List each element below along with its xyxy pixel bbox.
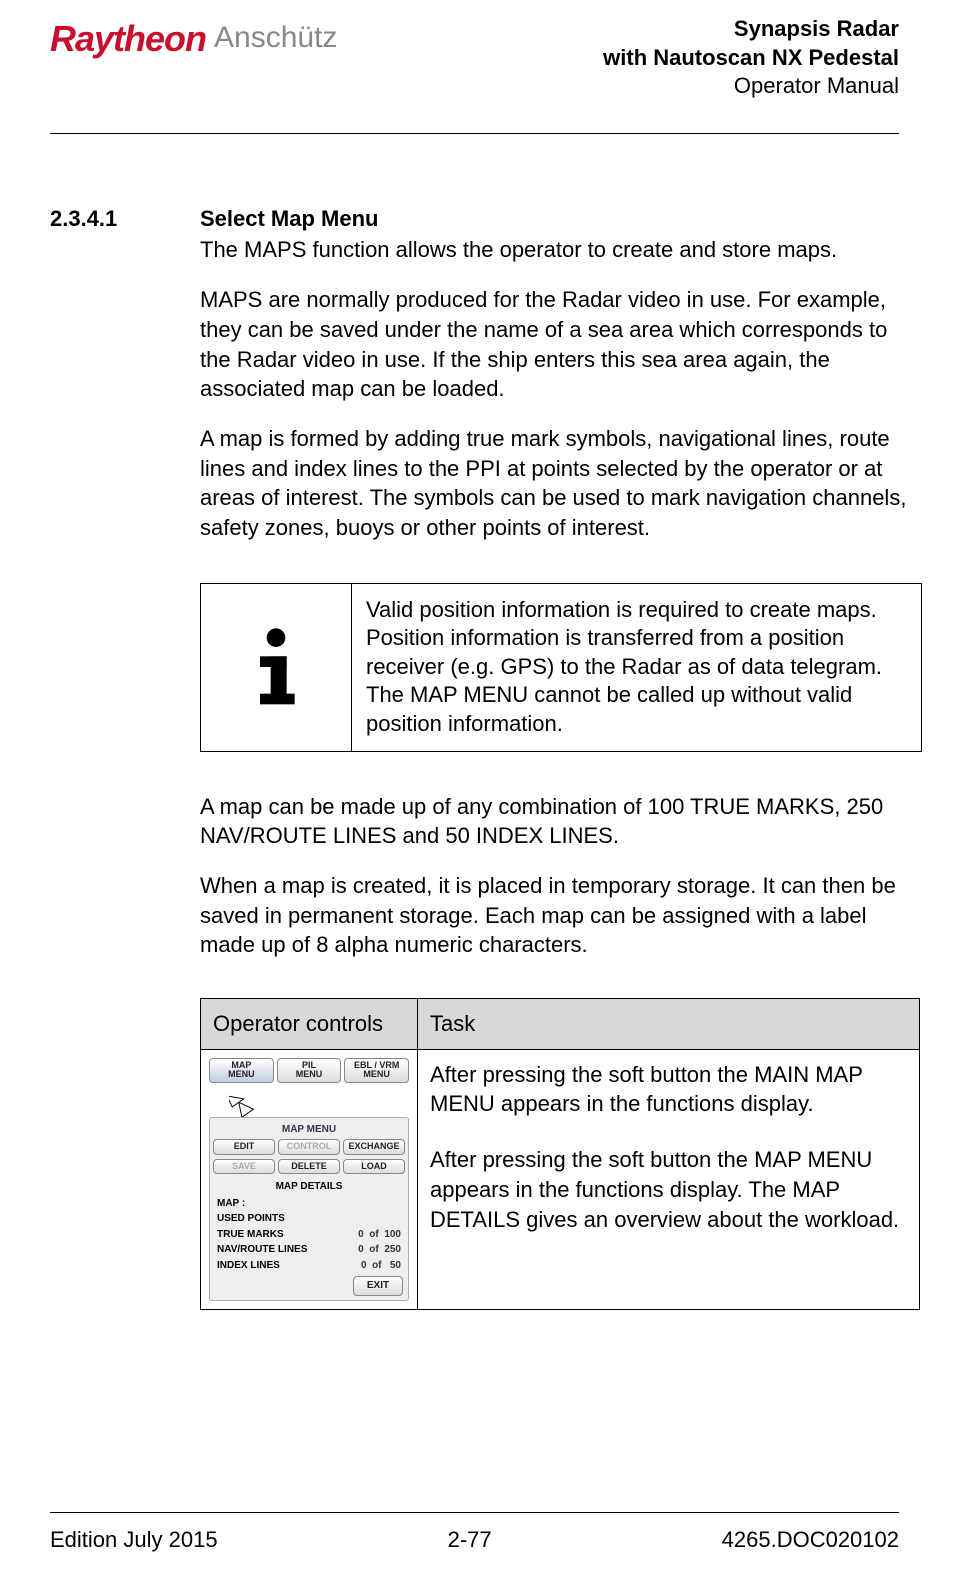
footer-right: 4265.DOC020102 — [722, 1527, 899, 1553]
used-points-row: USED POINTS — [213, 1211, 405, 1227]
header-divider — [50, 133, 899, 134]
section-number: 2.3.4.1 — [50, 204, 160, 1310]
logo-raytheon: Raytheon — [50, 21, 206, 57]
task-cell: After pressing the soft button the MAIN … — [418, 1049, 920, 1309]
info-icon — [246, 627, 306, 707]
cursor-arrow-icon — [229, 1087, 409, 1109]
logo-anschutz: Anschütz — [214, 21, 337, 53]
paragraph: A map is formed by adding true mark symb… — [200, 424, 922, 543]
page-header: Raytheon Anschütz Synapsis Radar with Na… — [50, 15, 899, 123]
doc-title-line-2: with Nautoscan NX Pedestal — [603, 44, 899, 73]
delete-button[interactable]: DELETE — [278, 1159, 340, 1174]
map-label-row: MAP : — [213, 1196, 405, 1212]
page-footer: Edition July 2015 2-77 4265.DOC020102 — [50, 1512, 899, 1553]
map-details-title: MAP DETAILS — [213, 1178, 405, 1196]
info-callout: Valid position information is required t… — [200, 583, 922, 752]
doc-title-line-3: Operator Manual — [603, 72, 899, 101]
section-title: Select Map Menu — [200, 204, 922, 234]
control-button[interactable]: CONTROL — [278, 1139, 340, 1154]
document-title-block: Synapsis Radar with Nautoscan NX Pedesta… — [603, 15, 899, 101]
task-text: After pressing the soft button the MAIN … — [430, 1060, 907, 1119]
true-marks-row: TRUE MARKS 0 of 100 — [213, 1227, 405, 1243]
paragraph: The MAPS function allows the operator to… — [200, 235, 922, 265]
ebl-vrm-menu-button[interactable]: EBL / VRM MENU — [344, 1058, 409, 1083]
doc-title-line-1: Synapsis Radar — [603, 15, 899, 44]
brand-logo: Raytheon Anschütz — [50, 15, 337, 57]
nav-route-lines-row: NAV/ROUTE LINES 0 of 250 — [213, 1242, 405, 1258]
operator-table: Operator controls Task MA — [200, 998, 920, 1309]
footer-left: Edition July 2015 — [50, 1527, 218, 1553]
paragraph: When a map is created, it is placed in t… — [200, 871, 922, 960]
info-icon-cell — [201, 584, 352, 751]
index-lines-row: INDEX LINES 0 of 50 — [213, 1258, 405, 1274]
exit-button[interactable]: EXIT — [353, 1276, 403, 1296]
map-menu-button[interactable]: MAP MENU — [209, 1058, 274, 1083]
operator-controls-cell: MAP MENU PIL MENU EBL / VRM — [201, 1049, 418, 1309]
task-text: After pressing the soft button the MAP M… — [430, 1145, 907, 1234]
map-menu-panel: MAP MENU EDIT CONTROL EXCHANGE SAVE — [209, 1117, 409, 1301]
save-button[interactable]: SAVE — [213, 1159, 275, 1174]
info-text-content: Valid position information is required t… — [366, 597, 882, 736]
pil-menu-button[interactable]: PIL MENU — [277, 1058, 342, 1083]
exchange-button[interactable]: EXCHANGE — [343, 1139, 405, 1154]
op-table-head-task: Task — [418, 999, 920, 1050]
soft-button-row: MAP MENU PIL MENU EBL / VRM — [209, 1058, 409, 1083]
paragraph: MAPS are normally produced for the Radar… — [200, 285, 922, 404]
op-table-head-controls: Operator controls — [201, 999, 418, 1050]
map-menu-title: MAP MENU — [213, 1121, 405, 1140]
paragraph: A map can be made up of any combination … — [200, 792, 922, 851]
info-text: Valid position information is required t… — [352, 584, 921, 751]
load-button[interactable]: LOAD — [343, 1159, 405, 1174]
edit-button[interactable]: EDIT — [213, 1139, 275, 1154]
footer-center: 2-77 — [448, 1527, 492, 1553]
